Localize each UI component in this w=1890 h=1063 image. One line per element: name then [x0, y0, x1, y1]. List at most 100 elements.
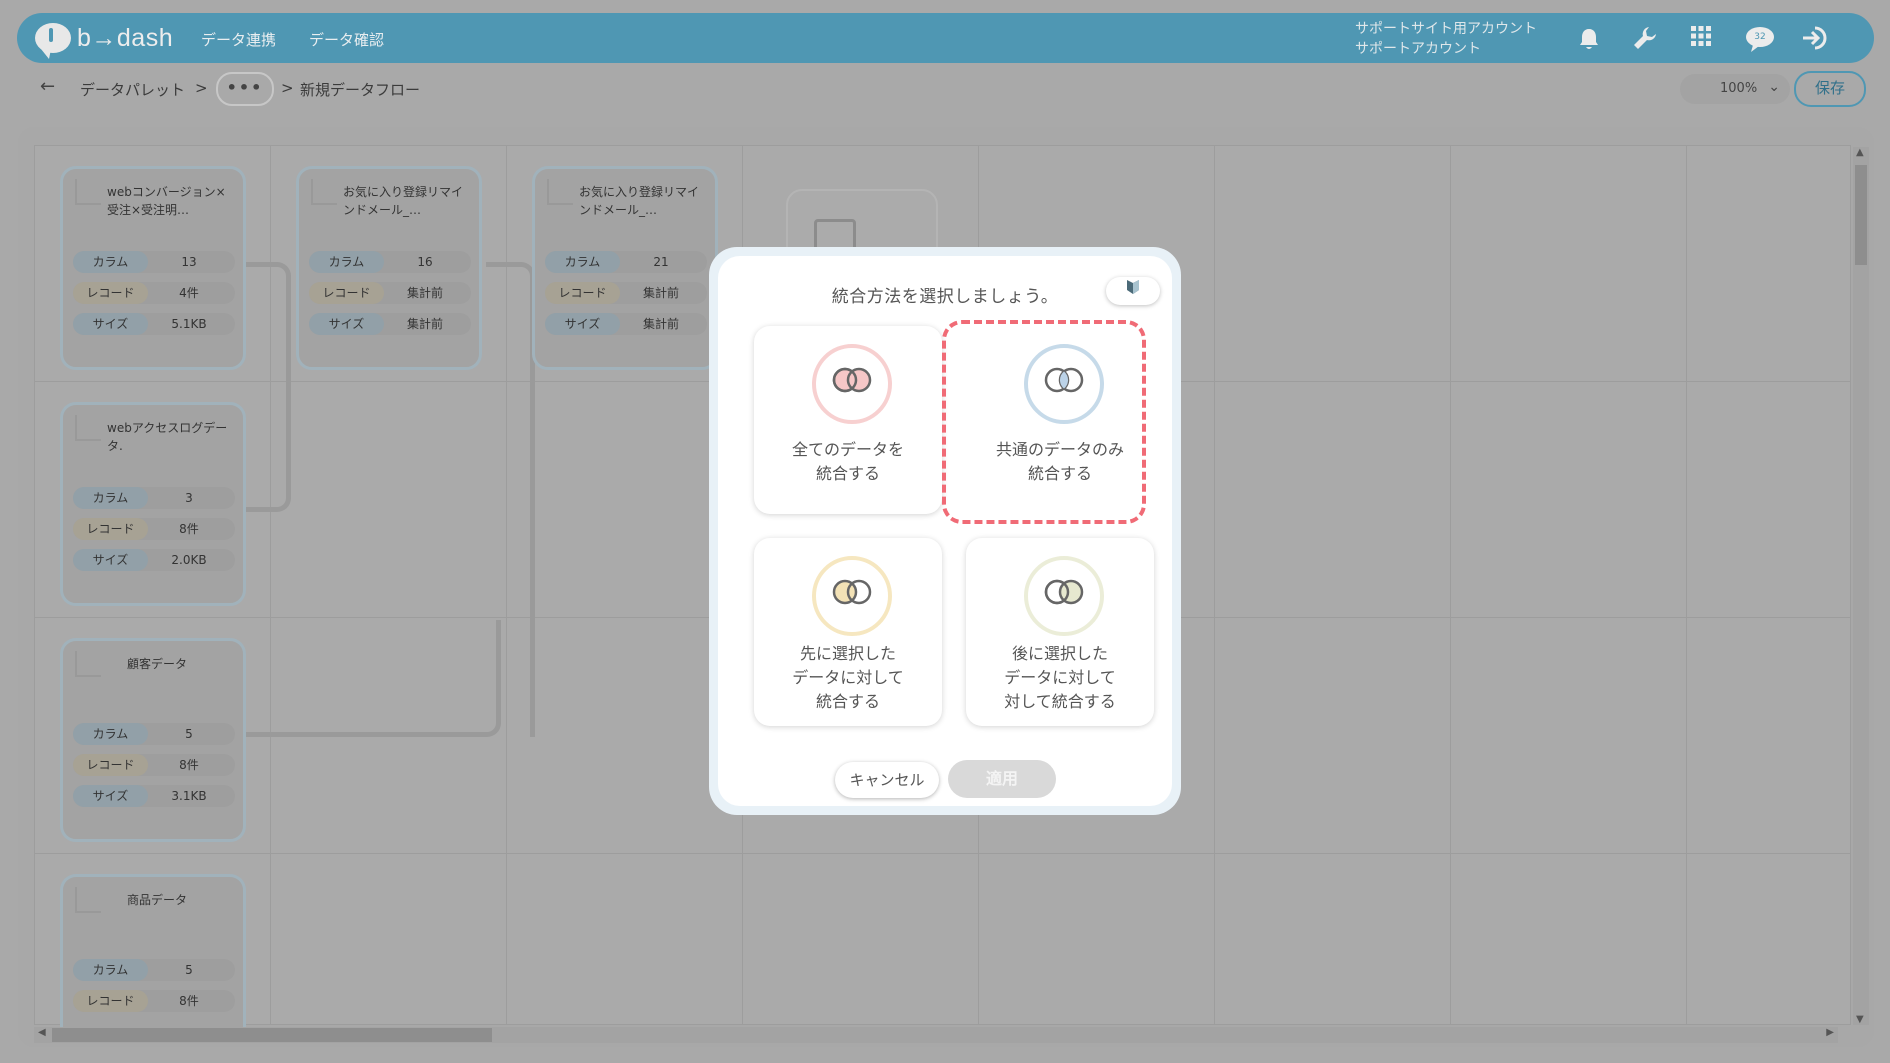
breadcrumb-separator: > [281, 79, 294, 97]
prop-value: 8件 [179, 758, 199, 772]
wrench-icon[interactable] [1631, 25, 1659, 53]
node-prop-row: サイズ 5.1KB [73, 313, 235, 335]
back-arrow-icon[interactable]: ← [40, 76, 55, 97]
prop-value: 2.0KB [171, 553, 207, 567]
node-title: webアクセスログデータ. [107, 421, 228, 453]
file-icon [311, 179, 337, 205]
beginner-guide-button[interactable] [1106, 277, 1160, 305]
connector-line [246, 620, 501, 737]
scroll-right-icon[interactable]: ▶ [1826, 1027, 1834, 1038]
nav-data-link[interactable]: データ連携 [201, 29, 276, 50]
data-node[interactable]: webアクセスログデータ. カラム 3 レコード 8件 サイズ 2.0KB [60, 402, 246, 606]
scroll-up-icon[interactable]: ▲ [1856, 147, 1864, 158]
horizontal-scrollbar[interactable]: ◀ ▶ [34, 1027, 1838, 1043]
vertical-scrollbar[interactable]: ▲ ▼ [1853, 147, 1869, 1025]
node-prop-row: レコード 8件 [73, 990, 235, 1012]
prop-label: サイズ [73, 313, 148, 335]
prop-value: 3.1KB [171, 789, 207, 803]
data-node[interactable]: 顧客データ カラム 5 レコード 8件 サイズ 3.1KB [60, 638, 246, 842]
prop-value: 集計前 [406, 286, 443, 300]
option-label: 対して統合する [1004, 692, 1116, 711]
notification-count: 32 [1754, 32, 1766, 42]
apply-button[interactable]: 適用 [948, 760, 1056, 798]
prop-label: レコード [309, 282, 384, 304]
dialog-title: 統合方法を選択しましょう。 [831, 287, 1059, 307]
prop-value: 集計前 [406, 317, 443, 331]
node-prop-row: レコード 集計前 [309, 282, 471, 304]
option-merge-all[interactable]: 全てのデータを 統合する [754, 326, 942, 514]
node-title: お気に入り登録リマインドメール_… [579, 185, 700, 217]
data-node[interactable]: お気に入り登録リマインドメール_… カラム 21 レコード 集計前 サイズ 集計前 [532, 166, 718, 370]
node-prop-row: サイズ 集計前 [545, 313, 707, 335]
logout-icon[interactable] [1801, 25, 1829, 53]
option-merge-common[interactable]: 共通のデータのみ 統合する [966, 326, 1154, 514]
chevron-down-icon: ⌄ [1768, 79, 1780, 95]
node-prop-row: カラム 16 [309, 251, 471, 273]
option-label: データに対して [1004, 668, 1116, 687]
node-prop-row: サイズ 集計前 [309, 313, 471, 335]
breadcrumb-root[interactable]: データパレット [80, 79, 185, 100]
option-label: 共通のデータのみ [995, 440, 1124, 459]
option-label: 統合する [1027, 464, 1092, 483]
account-info[interactable]: サポートサイト用アカウント サポートアカウント [1355, 19, 1537, 59]
prop-value: 8件 [179, 994, 199, 1008]
prop-value: 集計前 [642, 286, 679, 300]
prop-label: サイズ [73, 549, 148, 571]
zoom-value: 100% [1720, 81, 1758, 96]
file-icon [547, 179, 573, 205]
prop-value: 集計前 [642, 317, 679, 331]
prop-label: レコード [73, 754, 148, 776]
node-prop-row: レコード 8件 [73, 518, 235, 540]
option-merge-left[interactable]: 先に選択した データに対して 統合する [754, 538, 942, 726]
prop-label: サイズ [309, 313, 384, 335]
node-prop-row: レコード 8件 [73, 754, 235, 776]
prop-label: レコード [545, 282, 620, 304]
save-button[interactable]: 保存 [1794, 71, 1866, 107]
venn-union-icon [812, 344, 892, 424]
prop-label: カラム [73, 487, 148, 509]
breadcrumb-separator: > [195, 79, 208, 97]
data-node[interactable]: webコンバージョン×受注×受注明… カラム 13 レコード 4件 サイズ 5.1KB [60, 166, 246, 370]
toolbar: ← データパレット > ••• > 新規データフロー 100% ⌄ 保存 [10, 68, 1872, 110]
option-label: 統合する [815, 464, 880, 483]
venn-left-join-icon [812, 556, 892, 636]
prop-label: サイズ [73, 785, 148, 807]
grid-menu-icon[interactable] [1687, 25, 1715, 53]
merge-method-dialog: 統合方法を選択しましょう。 全てのデータを 統合する 共通のデータのみ 統合する [709, 247, 1181, 815]
prop-label: カラム [73, 251, 148, 273]
account-name: サポートサイト用アカウント [1355, 21, 1537, 37]
node-prop-row: カラム 13 [73, 251, 235, 273]
cancel-button[interactable]: キャンセル [835, 762, 939, 798]
scroll-thumb[interactable] [52, 1028, 492, 1042]
zoom-select[interactable]: 100% ⌄ [1680, 74, 1790, 104]
prop-value: 4件 [179, 286, 199, 300]
prop-value: 5.1KB [171, 317, 207, 331]
nav-data-check[interactable]: データ確認 [309, 29, 384, 50]
node-prop-row: カラム 3 [73, 487, 235, 509]
prop-value: 5 [185, 963, 193, 977]
logo[interactable]: b→dash [35, 21, 175, 59]
prop-label: レコード [73, 518, 148, 540]
node-prop-row: カラム 5 [73, 723, 235, 745]
notification-chat-icon[interactable]: 32 [1745, 25, 1774, 53]
data-node[interactable]: お気に入り登録リマインドメール_… カラム 16 レコード 集計前 サイズ 集計前 [296, 166, 482, 370]
prop-label: カラム [309, 251, 384, 273]
prop-value: 13 [181, 255, 197, 269]
node-prop-row: カラム 5 [73, 959, 235, 981]
node-title: お気に入り登録リマインドメール_… [343, 185, 464, 217]
scroll-thumb[interactable] [1855, 165, 1867, 265]
breadcrumb-ellipsis[interactable]: ••• [216, 72, 274, 106]
scroll-down-icon[interactable]: ▼ [1856, 1014, 1864, 1025]
venn-intersection-icon [1024, 344, 1104, 424]
node-prop-row: サイズ 3.1KB [73, 785, 235, 807]
prop-value: 3 [185, 491, 193, 505]
bell-icon[interactable] [1575, 25, 1603, 53]
scroll-left-icon[interactable]: ◀ [38, 1027, 46, 1038]
connector-line [246, 262, 291, 512]
option-merge-right[interactable]: 後に選択した データに対して 対して統合する [966, 538, 1154, 726]
prop-label: レコード [73, 282, 148, 304]
data-node[interactable]: 商品データ カラム 5 レコード 8件 [60, 874, 246, 1027]
prop-value: 5 [185, 727, 193, 741]
dialog-body: 統合方法を選択しましょう。 全てのデータを 統合する 共通のデータのみ 統合する [718, 256, 1172, 806]
option-label: 先に選択した [799, 644, 896, 663]
